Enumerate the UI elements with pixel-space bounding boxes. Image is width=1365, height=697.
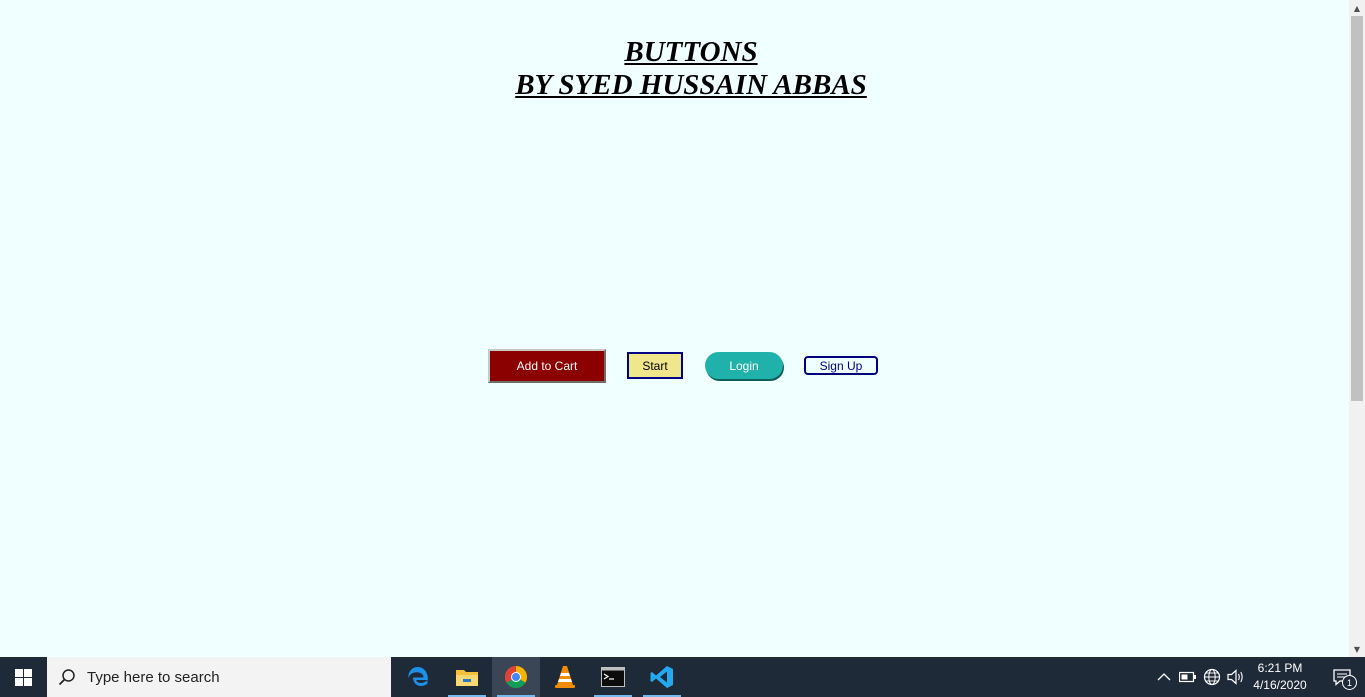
scroll-up-arrow-icon[interactable]: ▲: [1349, 0, 1365, 16]
speaker-icon[interactable]: [1226, 667, 1246, 687]
search-icon: [47, 668, 87, 686]
windows-taskbar: Type here to search 6:21 PM 4/16/2020 1: [0, 657, 1365, 697]
terminal-icon: [601, 667, 625, 687]
taskbar-search-box[interactable]: Type here to search: [47, 657, 391, 697]
taskbar-app-edge[interactable]: [394, 657, 442, 697]
taskbar-app-command-prompt[interactable]: [589, 657, 637, 697]
battery-icon[interactable]: [1178, 667, 1198, 687]
taskbar-clock[interactable]: 6:21 PM 4/16/2020: [1244, 657, 1316, 697]
login-button[interactable]: Login: [705, 352, 783, 379]
taskbar-app-file-explorer[interactable]: [443, 657, 491, 697]
page-title: BUTTONS: [624, 36, 758, 68]
notification-count-badge: 1: [1342, 675, 1357, 690]
folder-icon: [456, 670, 478, 686]
start-button[interactable]: Start: [627, 352, 683, 379]
taskbar-app-vscode[interactable]: [638, 657, 686, 697]
chevron-up-icon[interactable]: [1154, 667, 1174, 687]
sign-up-button[interactable]: Sign Up: [804, 356, 878, 375]
search-placeholder: Type here to search: [87, 668, 220, 686]
chrome-icon: [505, 666, 527, 688]
scroll-down-arrow-icon[interactable]: ▼: [1349, 641, 1365, 657]
windows-start-button[interactable]: [0, 657, 47, 697]
windows-logo-icon: [15, 668, 32, 686]
taskbar-app-vlc[interactable]: [541, 657, 589, 697]
vscode-icon: [650, 666, 673, 688]
edge-icon: [408, 667, 428, 686]
action-center-button[interactable]: 1: [1318, 657, 1365, 697]
scrollbar-thumb[interactable]: [1351, 16, 1363, 401]
add-to-cart-button[interactable]: Add to Cart: [488, 349, 606, 383]
browser-page-content: BUTTONS BY SYED HUSSAIN ABBAS Add to Car…: [0, 0, 1349, 657]
clock-time: 6:21 PM: [1257, 661, 1303, 675]
taskbar-app-chrome[interactable]: [492, 657, 540, 697]
vlc-cone-icon: [555, 666, 575, 688]
screen: BUTTONS BY SYED HUSSAIN ABBAS Add to Car…: [0, 0, 1365, 697]
globe-icon[interactable]: [1202, 667, 1222, 687]
page-subtitle: BY SYED HUSSAIN ABBAS: [515, 69, 867, 101]
vertical-scrollbar[interactable]: ▲ ▼: [1349, 0, 1365, 657]
clock-date: 4/16/2020: [1253, 678, 1307, 692]
